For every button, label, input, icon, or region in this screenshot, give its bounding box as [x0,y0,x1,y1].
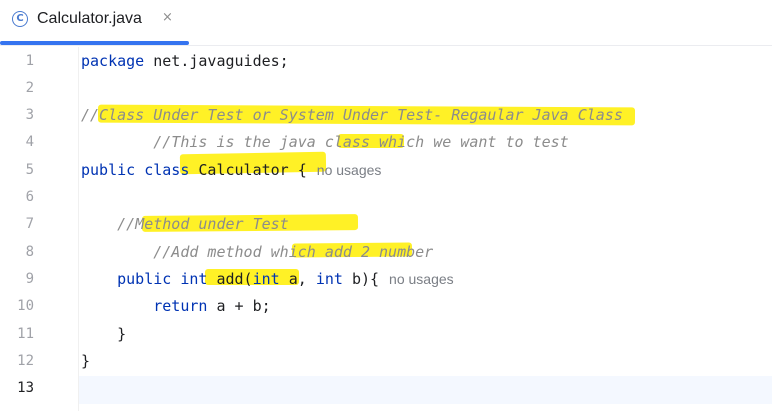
code-line[interactable]: 2 [0,75,772,102]
editor-tab-bar: C Calculator.java × [0,0,772,46]
code-line[interactable]: 9 public int add(int a, int b){no usages [0,266,772,293]
line-number[interactable]: 5 [0,157,34,184]
code-token: a + b; [216,297,271,316]
code-line[interactable]: 12} [0,348,772,375]
tab-label: Calculator.java [37,10,142,27]
line-number[interactable]: 9 [0,266,34,293]
line-number[interactable]: 8 [0,239,34,266]
code-token: add( [216,269,253,288]
code-text[interactable]: return a + b; [81,293,271,320]
code-text[interactable]: package net.javaguides; [81,48,289,75]
code-text[interactable]: //Add method which add 2 number [81,239,433,266]
line-number[interactable]: 2 [0,75,34,102]
line-number[interactable]: 7 [0,211,34,238]
code-token: } [81,324,127,343]
keyword-token: int [315,269,352,288]
code-line[interactable]: 3 //Class Under Test or System Under Test… [0,102,772,129]
code-text[interactable]: public int add(int a, int b){no usages [81,266,454,293]
keyword-token: public class [81,160,199,179]
code-token: b){ [351,269,380,288]
line-number[interactable]: 11 [0,321,34,348]
code-editor[interactable]: 1 package net.javaguides; 2 3 //Class Under … [0,47,772,411]
line-number[interactable]: 4 [0,129,34,156]
keyword-token: int [252,269,289,288]
code-token: a, [288,269,316,288]
keyword-token: return [81,297,217,316]
code-line[interactable]: 10 return a + b; [0,293,772,320]
code-text[interactable]: } [81,348,90,375]
code-text[interactable]: //Class Under Test or System Under Test-… [81,102,623,129]
close-icon[interactable]: × [162,10,173,25]
code-line[interactable]: 11 } [0,321,772,348]
keyword-token: public int [81,269,217,288]
java-class-icon: C [12,11,28,27]
code-line[interactable]: 8 //Add method which add 2 number [0,239,772,266]
line-number[interactable]: 3 [0,102,34,129]
code-text[interactable]: //Method under Test [81,211,289,238]
line-number[interactable]: 12 [0,348,34,375]
comment-token: //This is the java class which we want t… [81,133,569,152]
code-line[interactable]: 7 //Method under Test [0,211,772,238]
line-number[interactable]: 6 [0,184,34,211]
code-token: } [81,351,91,370]
code-line[interactable]: 1 package net.javaguides; [0,48,772,75]
usages-inlay-hint[interactable]: no usages [317,162,382,178]
comment-token: //Method under Test [81,215,289,234]
code-line[interactable]: 6 [0,184,772,211]
comment-token: //Add method which add 2 number [81,242,434,261]
tab-calculator-java[interactable]: C Calculator.java × [0,0,189,46]
code-token: net.javaguides; [153,51,289,70]
code-text[interactable]: } [81,321,126,348]
line-number[interactable]: 13 [0,375,34,402]
active-tab-indicator [0,41,189,45]
code-line[interactable]: 4 //This is the java class which we want… [0,129,772,156]
line-number[interactable]: 1 [0,48,34,75]
code-text[interactable]: public class Calculator { no usages [81,157,381,184]
comment-token: //Class Under Test or System Under Test-… [81,106,623,125]
code-line[interactable]: 13 [0,375,772,402]
code-text[interactable]: //This is the java class which we want t… [81,129,569,156]
code-line[interactable]: 5 public class Calculator { no usages [0,157,772,184]
usages-inlay-hint[interactable]: no usages [389,271,454,287]
line-number[interactable]: 10 [0,293,34,320]
keyword-token: package [81,51,154,70]
code-token: Calculator { [198,160,307,179]
